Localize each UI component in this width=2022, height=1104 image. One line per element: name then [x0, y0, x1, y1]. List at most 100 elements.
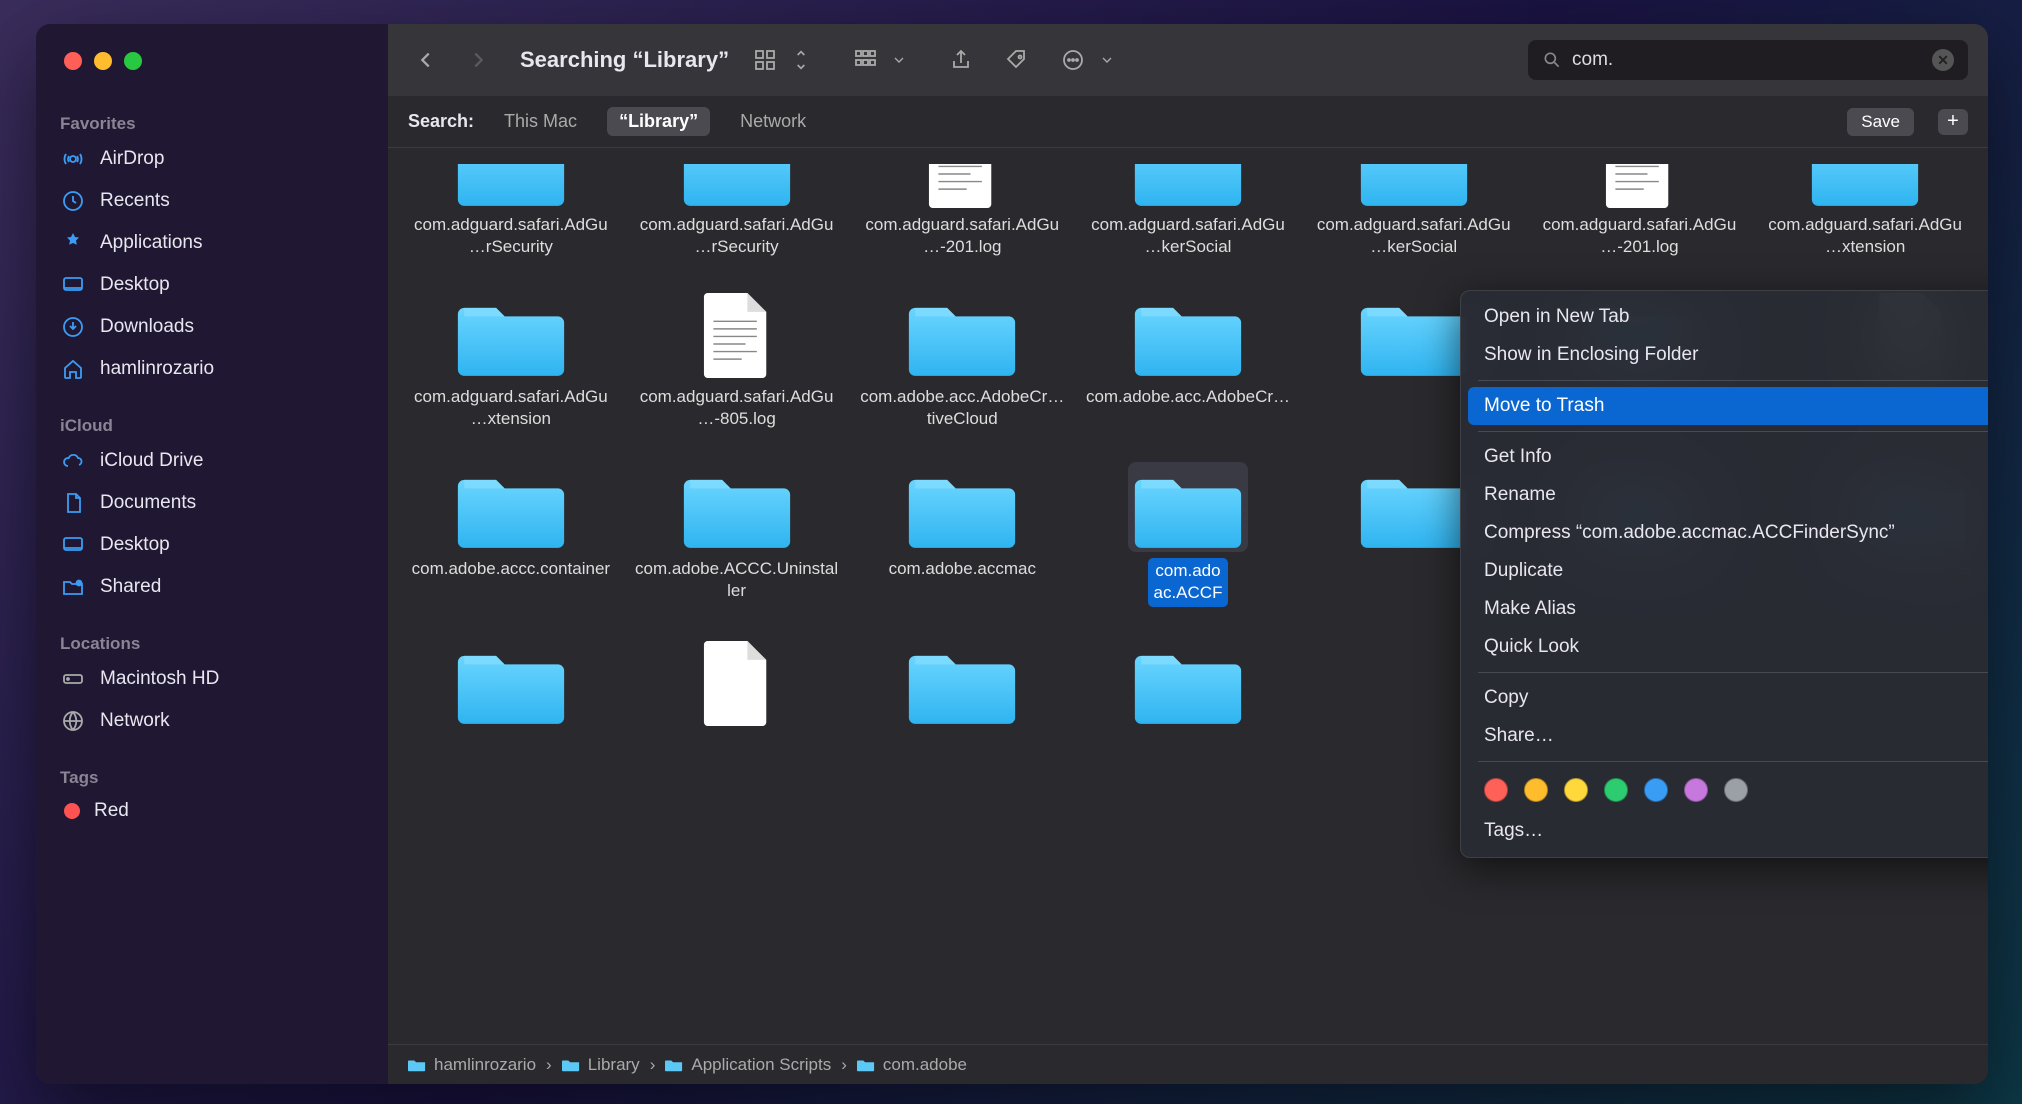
sidebar-item-recents[interactable]: Recents: [36, 180, 388, 222]
sidebar-item-icloud-drive[interactable]: iCloud Drive: [36, 440, 388, 482]
sidebar-item-label: Macintosh HD: [100, 668, 219, 690]
file-item[interactable]: com.adguard.safari.AdGu…rSecurity: [398, 158, 624, 264]
share-button[interactable]: [941, 40, 981, 80]
ctx-tag-color[interactable]: [1684, 778, 1708, 802]
ctx-tag-color[interactable]: [1604, 778, 1628, 802]
ctx-tag-color[interactable]: [1484, 778, 1508, 802]
ctx-open-new-tab[interactable]: Open in New Tab: [1468, 298, 1988, 336]
document-icon: [60, 490, 86, 516]
folder-icon: [902, 639, 1022, 729]
ctx-tags-more[interactable]: Tags…: [1468, 812, 1988, 850]
sidebar-item-documents[interactable]: Documents: [36, 482, 388, 524]
path-crumb[interactable]: hamlinrozario: [408, 1055, 536, 1075]
context-menu: Open in New Tab Show in Enclosing Folder…: [1460, 290, 1988, 858]
path-crumb[interactable]: Library: [562, 1055, 640, 1075]
file-label: com.adguard.safari.AdGu…-201.log: [1537, 214, 1742, 258]
back-button[interactable]: [408, 42, 444, 78]
close-window-button[interactable]: [64, 52, 82, 70]
sidebar-item-applications[interactable]: Applications: [36, 222, 388, 264]
main-content: Searching “Library” ✕ Sear: [388, 24, 1988, 1084]
file-item[interactable]: com.adobe.acc.AdobeCr…: [1075, 284, 1301, 436]
applications-icon: [60, 230, 86, 256]
home-icon: [60, 356, 86, 382]
file-item[interactable]: com.adoac.ACCF: [1075, 456, 1301, 612]
ctx-share[interactable]: Share…: [1468, 717, 1988, 755]
sidebar-item-label: hamlinrozario: [100, 358, 214, 380]
ctx-quick-look[interactable]: Quick Look: [1468, 628, 1988, 666]
search-scope-label: Search:: [408, 111, 474, 132]
search-input[interactable]: [1572, 49, 1932, 71]
ctx-duplicate[interactable]: Duplicate: [1468, 552, 1988, 590]
ctx-copy[interactable]: Copy: [1468, 679, 1988, 717]
file-item[interactable]: com.adguard.safari.AdGu…kerSocial: [1301, 158, 1527, 264]
sidebar-item-downloads[interactable]: Downloads: [36, 306, 388, 348]
ctx-make-alias[interactable]: Make Alias: [1468, 590, 1988, 628]
sidebar-item-shared[interactable]: Shared: [36, 566, 388, 608]
sidebar-item-icloud-desktop[interactable]: Desktop: [36, 524, 388, 566]
folder-icon: [1128, 164, 1248, 208]
sidebar-item-desktop[interactable]: Desktop: [36, 264, 388, 306]
ctx-tag-color[interactable]: [1724, 778, 1748, 802]
sidebar-item-macintosh-hd[interactable]: Macintosh HD: [36, 658, 388, 700]
file-item[interactable]: [1075, 633, 1301, 741]
file-item[interactable]: com.adguard.safari.AdGu…xtension: [1752, 158, 1978, 264]
folder-icon: [451, 164, 571, 208]
chevron-down-icon[interactable]: [891, 40, 907, 80]
path-crumb[interactable]: Application Scripts: [665, 1055, 831, 1075]
file-item[interactable]: [398, 633, 624, 741]
tag-button[interactable]: [997, 40, 1037, 80]
forward-button[interactable]: [460, 42, 496, 78]
file-item[interactable]: com.adguard.safari.AdGu…kerSocial: [1075, 158, 1301, 264]
file-label: com.adobe.accc.container: [412, 558, 610, 580]
file-item[interactable]: com.adguard.safari.AdGu…rSecurity: [624, 158, 850, 264]
scope-network[interactable]: Network: [728, 107, 818, 136]
scope-library[interactable]: “Library”: [607, 107, 710, 136]
file-label: com.adguard.safari.AdGu…xtension: [408, 386, 613, 430]
sidebar-item-label: Documents: [100, 492, 196, 514]
file-item[interactable]: com.adguard.safari.AdGu…-201.log: [1527, 158, 1753, 264]
document-icon: [1579, 164, 1699, 208]
sidebar-item-label: Applications: [100, 232, 202, 254]
sidebar-item-tag-red[interactable]: Red: [36, 792, 388, 830]
add-criteria-button[interactable]: +: [1938, 109, 1968, 135]
cloud-icon: [60, 448, 86, 474]
search-field[interactable]: ✕: [1528, 40, 1968, 80]
path-crumb[interactable]: com.adobe: [857, 1055, 967, 1075]
desktop-icon: [60, 272, 86, 298]
sidebar-item-label: Network: [100, 710, 170, 732]
clear-search-button[interactable]: ✕: [1932, 49, 1954, 71]
scope-this-mac[interactable]: This Mac: [492, 107, 589, 136]
ctx-compress[interactable]: Compress “com.adobe.accmac.ACCFinderSync…: [1468, 514, 1988, 552]
sidebar: Favorites AirDrop Recents Applications D…: [36, 24, 388, 1084]
sidebar-item-home[interactable]: hamlinrozario: [36, 348, 388, 390]
sidebar-item-airdrop[interactable]: AirDrop: [36, 138, 388, 180]
view-mode-chevron-icon[interactable]: [791, 40, 811, 80]
file-item[interactable]: com.adobe.ACCC.Uninstaller: [624, 456, 850, 612]
file-item[interactable]: com.adguard.safari.AdGu…-201.log: [849, 158, 1075, 264]
ctx-move-to-trash[interactable]: Move to Trash: [1468, 387, 1988, 425]
zoom-window-button[interactable]: [124, 52, 142, 70]
file-item[interactable]: com.adobe.accc.container: [398, 456, 624, 612]
file-label: com.adguard.safari.AdGu…rSecurity: [634, 214, 839, 258]
minimize-window-button[interactable]: [94, 52, 112, 70]
group-button[interactable]: [845, 40, 885, 80]
ctx-rename[interactable]: Rename: [1468, 476, 1988, 514]
favorites-section-label: Favorites: [36, 106, 388, 138]
view-mode-button[interactable]: [745, 40, 785, 80]
file-item[interactable]: com.adobe.acc.AdobeCr…tiveCloud: [849, 284, 1075, 436]
file-item[interactable]: [849, 633, 1075, 741]
ctx-show-enclosing[interactable]: Show in Enclosing Folder: [1468, 336, 1988, 374]
folder-icon: [677, 462, 797, 552]
ctx-tag-color[interactable]: [1524, 778, 1548, 802]
action-button[interactable]: [1053, 40, 1093, 80]
ctx-tag-color[interactable]: [1644, 778, 1668, 802]
ctx-tag-color[interactable]: [1564, 778, 1588, 802]
save-search-button[interactable]: Save: [1847, 108, 1914, 136]
file-item[interactable]: [624, 633, 850, 741]
ctx-get-info[interactable]: Get Info: [1468, 438, 1988, 476]
chevron-down-icon[interactable]: [1099, 40, 1115, 80]
file-item[interactable]: com.adobe.accmac: [849, 456, 1075, 612]
file-item[interactable]: com.adguard.safari.AdGu…xtension: [398, 284, 624, 436]
file-item[interactable]: com.adguard.safari.AdGu…-805.log: [624, 284, 850, 436]
sidebar-item-network[interactable]: Network: [36, 700, 388, 742]
